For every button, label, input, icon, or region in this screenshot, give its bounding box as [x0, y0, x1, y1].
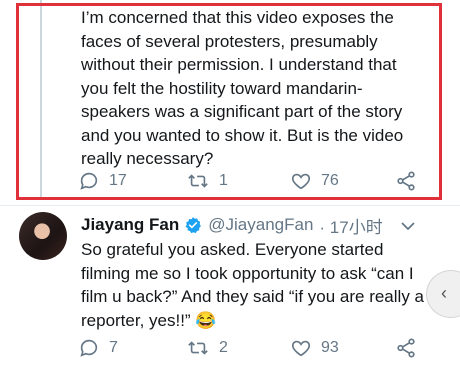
reply-icon [80, 172, 98, 190]
more-options-button[interactable] [400, 219, 416, 237]
avatar[interactable] [19, 212, 67, 260]
retweet-button[interactable]: 1 [186, 170, 228, 192]
reply-button[interactable]: 17 [78, 170, 127, 192]
reply-tweet-actions: 7 2 93 [78, 337, 423, 361]
author-name[interactable]: Jiayang Fan [81, 215, 179, 235]
heart-icon [291, 340, 311, 357]
tweet-timestamp[interactable]: · 17小时 [319, 213, 382, 238]
retweet-count: 1 [219, 172, 228, 189]
reply-icon [80, 339, 98, 357]
chevron-down-icon [401, 222, 415, 231]
parent-tweet-actions: 17 1 76 [78, 170, 423, 194]
heart-icon [291, 173, 311, 190]
like-button[interactable]: 93 [290, 337, 339, 359]
reply-count: 17 [109, 172, 127, 189]
like-count: 76 [321, 172, 339, 189]
retweet-button[interactable]: 2 [186, 337, 228, 359]
share-icon [397, 338, 415, 358]
parent-tweet-text: I’m concerned that this video exposes th… [81, 8, 404, 168]
reply-count: 7 [109, 339, 118, 356]
retweet-icon [188, 174, 208, 188]
floating-scroll-button[interactable]: ‹ [426, 270, 460, 318]
reply-button[interactable]: 7 [78, 337, 118, 359]
reply-tweet-text: So grateful you asked. Everyone started … [81, 240, 424, 330]
verified-badge-icon [184, 216, 202, 234]
author-handle[interactable]: @JiayangFan [208, 215, 313, 235]
retweet-icon [188, 341, 208, 355]
chevron-left-icon: ‹ [441, 283, 447, 303]
share-button[interactable] [395, 337, 417, 359]
reply-tweet-header: Jiayang Fan @JiayangFan · 17小时 [81, 213, 383, 238]
share-button[interactable] [395, 170, 417, 192]
like-button[interactable]: 76 [290, 170, 339, 192]
tweet-divider [0, 205, 460, 206]
like-count: 93 [321, 339, 339, 356]
retweet-count: 2 [219, 339, 228, 356]
share-icon [397, 171, 415, 191]
